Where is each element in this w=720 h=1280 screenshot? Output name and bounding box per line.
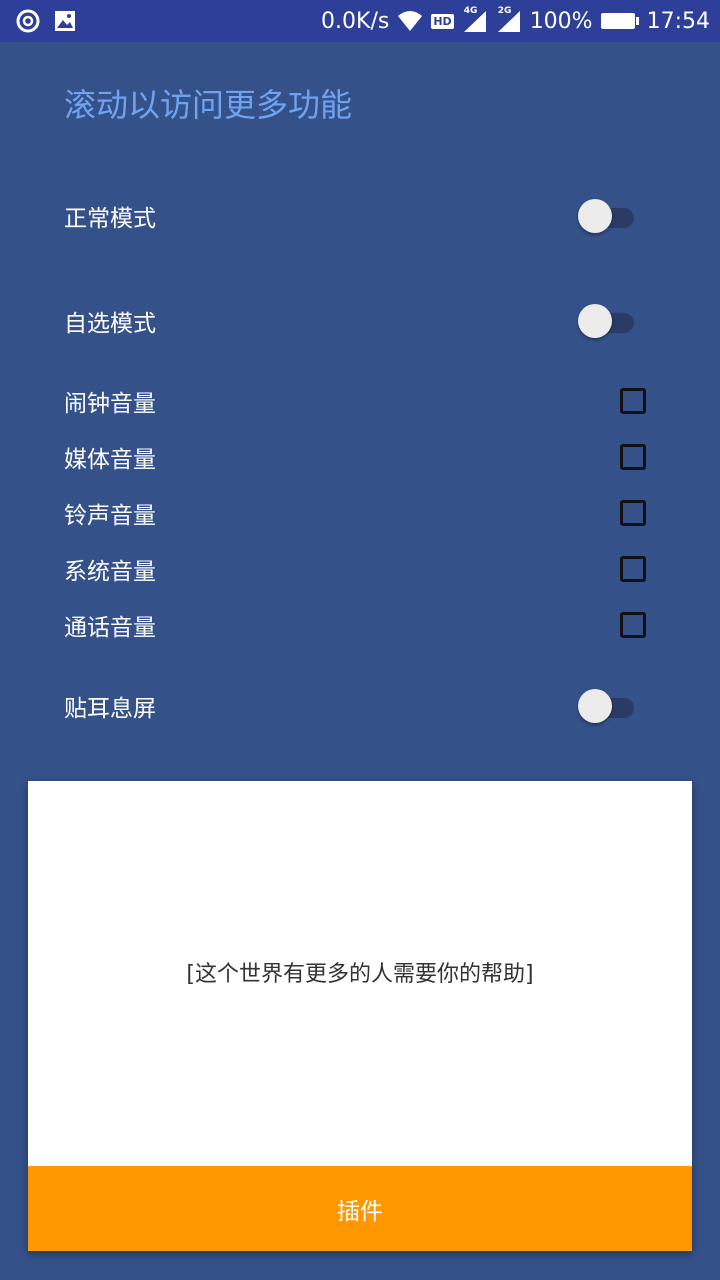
media-volume-row[interactable]: 媒体音量: [64, 431, 654, 483]
wifi-icon: [397, 10, 423, 32]
system-volume-row[interactable]: 系统音量: [64, 543, 654, 595]
ringtone-volume-checkbox[interactable]: [620, 500, 646, 526]
ringtone-volume-label: 铃声音量: [64, 503, 156, 529]
normal-mode-row[interactable]: 正常模式: [64, 190, 654, 242]
proximity-screen-off-label: 贴耳息屏: [64, 696, 156, 722]
hd-badge: HD: [431, 13, 454, 29]
image-notification-icon: [54, 10, 76, 32]
signal-4g-icon: 4G: [462, 6, 488, 33]
media-volume-checkbox[interactable]: [620, 444, 646, 470]
custom-mode-row[interactable]: 自选模式: [64, 295, 654, 347]
media-volume-label: 媒体音量: [64, 447, 156, 473]
proximity-screen-off-row[interactable]: 贴耳息屏: [64, 680, 654, 732]
switch-thumb: [578, 689, 612, 723]
switch-thumb: [578, 304, 612, 338]
proximity-screen-off-switch[interactable]: [578, 686, 638, 726]
normal-mode-label: 正常模式: [64, 206, 156, 232]
custom-mode-label: 自选模式: [64, 311, 156, 337]
clock: 17:54: [646, 8, 710, 34]
system-volume-label: 系统音量: [64, 559, 156, 585]
signal-2g-label: 2G: [497, 6, 512, 16]
battery-icon: [600, 13, 639, 29]
normal-mode-switch[interactable]: [578, 196, 638, 236]
plugin-card: [这个世界有更多的人需要你的帮助] 插件: [28, 781, 692, 1251]
call-volume-checkbox[interactable]: [620, 612, 646, 638]
network-speed: 0.0K/s: [321, 8, 390, 34]
alarm-volume-label: 闹钟音量: [64, 391, 156, 417]
alarm-volume-checkbox[interactable]: [620, 388, 646, 414]
call-volume-row[interactable]: 通话音量: [64, 599, 654, 651]
custom-mode-switch[interactable]: [578, 301, 638, 341]
switch-thumb: [578, 199, 612, 233]
help-message: [这个世界有更多的人需要你的帮助]: [186, 962, 534, 987]
ringtone-volume-row[interactable]: 铃声音量: [64, 487, 654, 539]
alarm-volume-row[interactable]: 闹钟音量: [64, 375, 654, 427]
call-volume-label: 通话音量: [64, 615, 156, 641]
signal-2g-icon: 2G: [496, 6, 522, 33]
plugin-button[interactable]: 插件: [28, 1166, 692, 1251]
battery-percent: 100%: [529, 8, 593, 34]
page-title: 滚动以访问更多功能: [64, 86, 353, 124]
status-bar: 0.0K/s HD 4G 2G 100% 17:54: [0, 0, 720, 42]
signal-4g-label: 4G: [463, 6, 478, 16]
system-volume-checkbox[interactable]: [620, 556, 646, 582]
netease-music-icon: [16, 9, 40, 33]
